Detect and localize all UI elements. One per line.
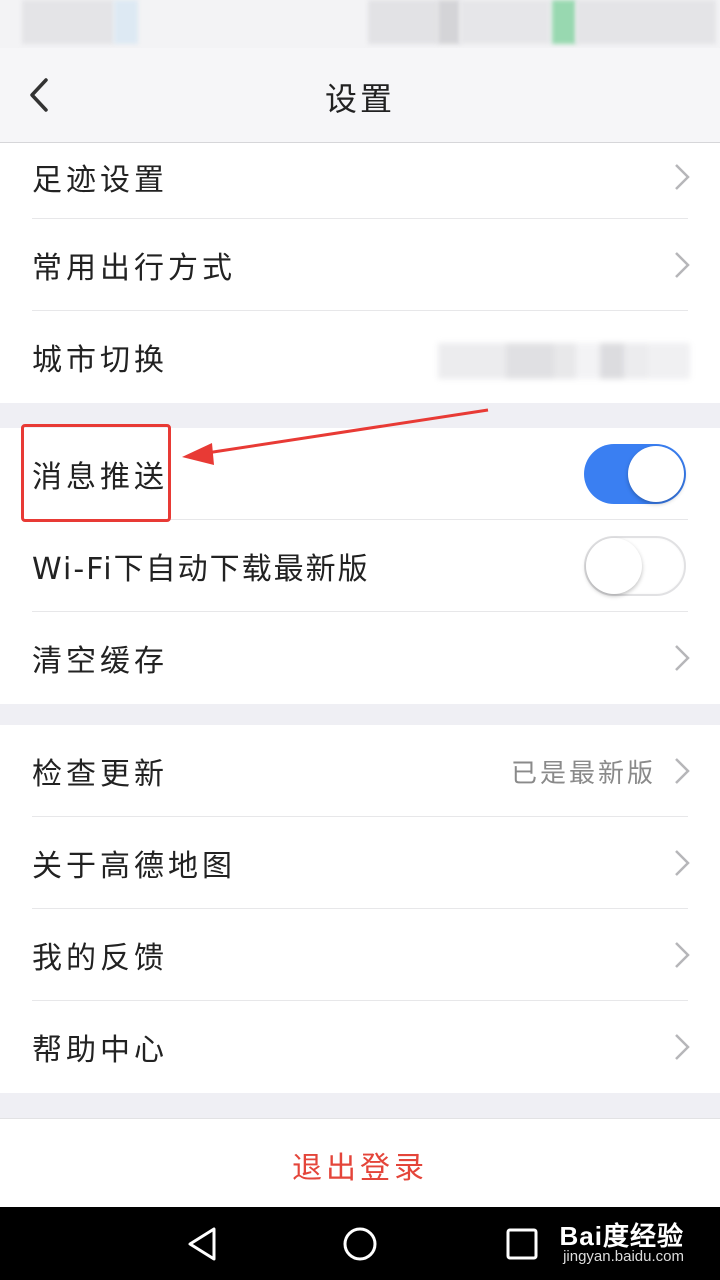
- update-status-value: 已是最新版: [510, 758, 656, 789]
- row-label: 检查更新: [32, 757, 168, 792]
- row-label: 帮助中心: [32, 1033, 168, 1068]
- help-center-row[interactable]: 帮助中心: [0, 1001, 720, 1093]
- row-label: 关于高德地图: [32, 849, 236, 884]
- chevron-right-icon: [675, 942, 690, 968]
- toggle-knob: [628, 446, 684, 502]
- row-label: 清空缓存: [32, 644, 168, 679]
- watermark-url: jingyan.baidu.com: [563, 1248, 684, 1265]
- triangle-back-icon[interactable]: [182, 1225, 222, 1263]
- toggle-knob: [586, 538, 642, 594]
- row-label: 我的反馈: [32, 941, 168, 976]
- square-recent-icon[interactable]: [502, 1225, 542, 1263]
- status-bar: [0, 0, 720, 48]
- current-city-value-obscured: [438, 343, 690, 379]
- nav-bar: 设置: [0, 48, 720, 143]
- chevron-right-icon: [675, 645, 690, 671]
- chevron-right-icon: [675, 252, 690, 278]
- about-amap-row[interactable]: 关于高德地图: [0, 817, 720, 909]
- push-notification-toggle[interactable]: [584, 444, 686, 504]
- logout-label: 退出登录: [292, 1151, 428, 1186]
- settings-group-about: 检查更新 已是最新版 关于高德地图 我的反馈 帮助中心: [0, 725, 720, 1093]
- row-label: 足迹设置: [32, 163, 168, 198]
- chevron-right-icon: [675, 164, 690, 190]
- chevron-right-icon: [675, 1034, 690, 1060]
- city-switch-row[interactable]: 城市切换: [0, 311, 720, 403]
- row-label: 常用出行方式: [32, 251, 236, 286]
- chevron-right-icon: [675, 850, 690, 876]
- settings-group-general: 足迹设置 常用出行方式 城市切换: [0, 143, 720, 403]
- row-label: 城市切换: [32, 343, 168, 378]
- check-update-row[interactable]: 检查更新 已是最新版: [0, 725, 720, 817]
- annotation-highlight-box: [21, 424, 171, 522]
- circle-home-icon[interactable]: [340, 1225, 380, 1263]
- travel-mode-row[interactable]: 常用出行方式: [0, 219, 720, 311]
- my-feedback-row[interactable]: 我的反馈: [0, 909, 720, 1001]
- footprint-settings-row[interactable]: 足迹设置: [0, 143, 720, 219]
- page-title: 设置: [324, 80, 395, 118]
- wifi-auto-download-row: Wi-Fi下自动下载最新版: [0, 520, 720, 612]
- chevron-right-icon: [675, 758, 690, 784]
- clear-cache-row[interactable]: 清空缓存: [0, 612, 720, 704]
- row-label: Wi-Fi下自动下载最新版: [32, 552, 370, 587]
- logout-button[interactable]: 退出登录: [0, 1118, 720, 1207]
- wifi-auto-download-toggle[interactable]: [584, 536, 686, 596]
